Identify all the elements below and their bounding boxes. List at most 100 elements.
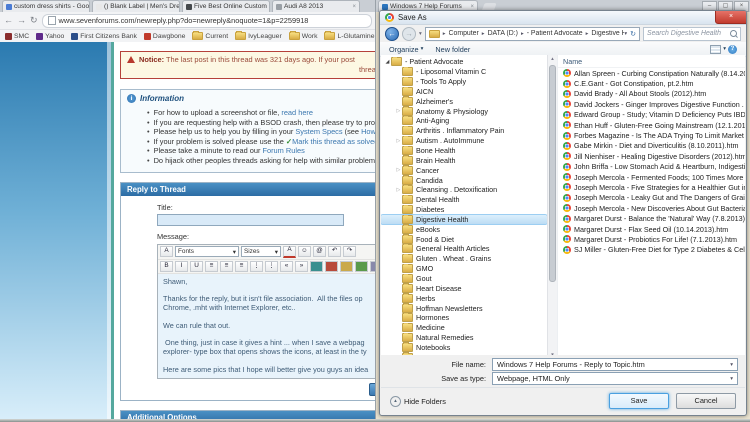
tree-item[interactable]: Natural Remedies <box>381 332 547 343</box>
attachment-icon[interactable]: @ <box>313 246 326 258</box>
message-textarea[interactable]: Shawn, Thanks for the reply, but it isn't… <box>158 273 376 378</box>
info-link[interactable]: System Specs <box>295 127 342 136</box>
file-row[interactable]: Joseph Mercola - New Discoveries About G… <box>558 203 745 213</box>
organize-button[interactable]: Organize ▾ <box>389 45 423 54</box>
info-link[interactable]: How <box>361 127 376 136</box>
forward-icon[interactable]: → <box>17 16 26 25</box>
editor-mode-icon[interactable]: A <box>160 246 173 258</box>
breadcrumb-dropdown-icon[interactable]: ▾ <box>624 31 627 37</box>
forward-icon[interactable]: → <box>402 26 416 41</box>
tree-item[interactable]: Hormones <box>381 312 547 323</box>
file-row[interactable]: Joseph Mercola - Five Strategies for a H… <box>558 182 745 192</box>
tree-item[interactable]: - Patient Advocate <box>381 57 547 67</box>
views-dropdown-icon[interactable]: ▾ <box>723 46 726 52</box>
bookmark-item[interactable]: Work <box>288 31 317 40</box>
file-row[interactable]: Forbes Magazine - Is The ADA Trying To L… <box>558 130 745 140</box>
browser-tab[interactable]: Audi A8 2013 × <box>272 0 360 12</box>
tree-item[interactable]: Medicine <box>381 322 547 333</box>
save-type-dropdown-icon[interactable]: ▾ <box>730 376 733 382</box>
dialog-close-button[interactable]: × <box>715 11 746 24</box>
hide-folders-button[interactable]: ▲ Hide Folders <box>390 395 446 407</box>
tab-close-icon[interactable]: × <box>352 4 356 10</box>
editor-format-button[interactable] <box>355 260 368 272</box>
reload-icon[interactable]: ↻ <box>30 16 38 25</box>
tree-item[interactable]: Gluten . Wheat . Grains <box>381 253 547 264</box>
file-row[interactable]: Joseph Mercola - Fermented Foods; 100 Ti… <box>558 172 745 182</box>
file-row[interactable]: Gabe Mirkin - Diet and Diverticulitis (8… <box>558 141 745 151</box>
bookmark-item[interactable]: Dawgbone <box>143 32 185 40</box>
bookmark-item[interactable]: Current <box>192 31 228 40</box>
editor-format-button[interactable]: » <box>295 260 308 272</box>
breadcrumb[interactable]: ▸ Computer ▸ DATA (D:) ▸ - Patient Advocat… <box>424 26 640 41</box>
history-dropdown-icon[interactable]: ▾ <box>419 31 422 37</box>
bookmark-item[interactable]: Yahoo <box>36 32 64 40</box>
file-row[interactable]: Margaret Durst - Balance the 'Natural' W… <box>558 213 745 223</box>
breadcrumb-segment[interactable]: DATA (D:) ▸ <box>488 30 527 37</box>
file-row[interactable]: Jill Nienhiser - Healing Digestive Disor… <box>558 151 745 161</box>
scroll-up-icon[interactable]: ▲ <box>548 56 557 61</box>
tree-item[interactable]: Autism . AutoImmune <box>381 135 547 146</box>
tree-item[interactable]: Diabetes <box>381 204 547 215</box>
file-row[interactable]: C.E.Gant - Got Constipation, pt.2.htm <box>558 78 745 88</box>
editor-format-button[interactable]: I <box>175 260 188 272</box>
editor-format-button[interactable]: ⋮ <box>250 260 263 272</box>
tree-scrollbar[interactable]: ▲ ▼ <box>547 55 557 358</box>
smilies-icon[interactable]: ☺ <box>298 246 311 258</box>
search-input[interactable]: Search Digestive Health <box>643 26 741 41</box>
tree-item[interactable]: Heart Disease <box>381 283 547 293</box>
tree-expand-icon[interactable] <box>395 187 402 193</box>
new-folder-button[interactable]: New folder <box>435 45 470 54</box>
tree-expand-icon[interactable] <box>395 108 402 114</box>
tree-item[interactable]: Cancer <box>381 165 547 175</box>
tree-item[interactable]: Cleansing . Detoxification <box>381 184 547 195</box>
file-row[interactable]: David Brady - All About Stools (2012).ht… <box>558 89 745 99</box>
tree-item[interactable]: Brain Health <box>381 155 547 165</box>
back-icon[interactable]: ← <box>385 26 399 41</box>
info-link[interactable]: Forum Rules <box>262 146 304 155</box>
browser-tab[interactable]: custom dress shirts - Goo × <box>2 0 90 12</box>
tree-expand-icon[interactable] <box>395 167 402 173</box>
title-input[interactable] <box>157 213 344 226</box>
tree-item[interactable]: AICN <box>381 86 547 97</box>
file-row[interactable]: Joseph Mercola - Leaky Gut and The Dange… <box>558 193 745 203</box>
tab-close-icon[interactable]: × <box>470 4 474 10</box>
tree-item[interactable]: eBooks <box>381 224 547 234</box>
views-icon[interactable] <box>710 44 722 54</box>
file-row[interactable]: John Briffa - Low Stomach Acid & Heartbu… <box>558 162 745 172</box>
editor-format-button[interactable]: « <box>280 260 293 272</box>
back-icon[interactable]: ← <box>4 16 13 25</box>
editor-format-button[interactable]: ≡ <box>220 260 233 272</box>
tree-item[interactable]: Anatomy & Physiology <box>381 106 547 116</box>
editor-format-button[interactable]: ≡ <box>205 260 218 272</box>
undo-icon[interactable]: ↶ <box>328 246 341 258</box>
save-as-type-select[interactable]: Webpage, HTML Only ▾ <box>492 372 738 385</box>
browser-tab[interactable]: Five Best Online Custom × <box>182 0 270 12</box>
bookmark-item[interactable]: IvyLeaguer <box>235 31 282 40</box>
tree-item[interactable]: GMO <box>381 263 547 274</box>
cancel-button[interactable]: Cancel <box>676 393 736 409</box>
bookmark-item[interactable]: First Citizens Bank <box>71 32 137 40</box>
info-link[interactable]: Mark this thread as solved <box>292 137 376 146</box>
file-name-input[interactable]: Windows 7 Help Forums - Reply to Topic.h… <box>492 358 738 371</box>
editor-format-button[interactable] <box>325 260 338 272</box>
info-link[interactable]: read here <box>281 108 313 117</box>
file-row[interactable]: Margaret Durst - Flax Seed Oil (10.14.20… <box>558 224 745 234</box>
sizes-select[interactable]: Sizes ▾ <box>241 246 281 258</box>
editor-format-button[interactable]: ⋮ <box>265 260 278 272</box>
breadcrumb-segment[interactable]: Computer ▸ <box>449 30 488 37</box>
redo-icon[interactable]: ↷ <box>343 246 356 258</box>
tree-item[interactable]: Alzheimer's <box>381 96 547 106</box>
tree-item[interactable]: - Liposomal Vitamin C <box>381 66 547 77</box>
editor-format-button[interactable] <box>340 260 353 272</box>
save-button[interactable]: Save <box>609 393 669 409</box>
tree-item[interactable]: Arthritis . Inflammatory Pain <box>381 125 547 136</box>
bookmark-item[interactable]: L-Glutamine <box>324 31 375 40</box>
tree-item[interactable]: Herbs <box>381 293 547 303</box>
help-icon[interactable]: ? <box>728 44 737 54</box>
tree-item[interactable]: Gout <box>381 273 547 284</box>
bookmark-item[interactable]: SMC <box>5 32 29 40</box>
file-row[interactable]: SJ Miller - Gluten-Free Diet for Type 2 … <box>558 245 745 255</box>
tree-item[interactable]: - Tools To Apply <box>381 76 547 87</box>
tab-close-icon[interactable]: × <box>269 4 270 10</box>
file-row[interactable]: Allan Spreen - Curbing Constipation Natu… <box>558 68 745 78</box>
